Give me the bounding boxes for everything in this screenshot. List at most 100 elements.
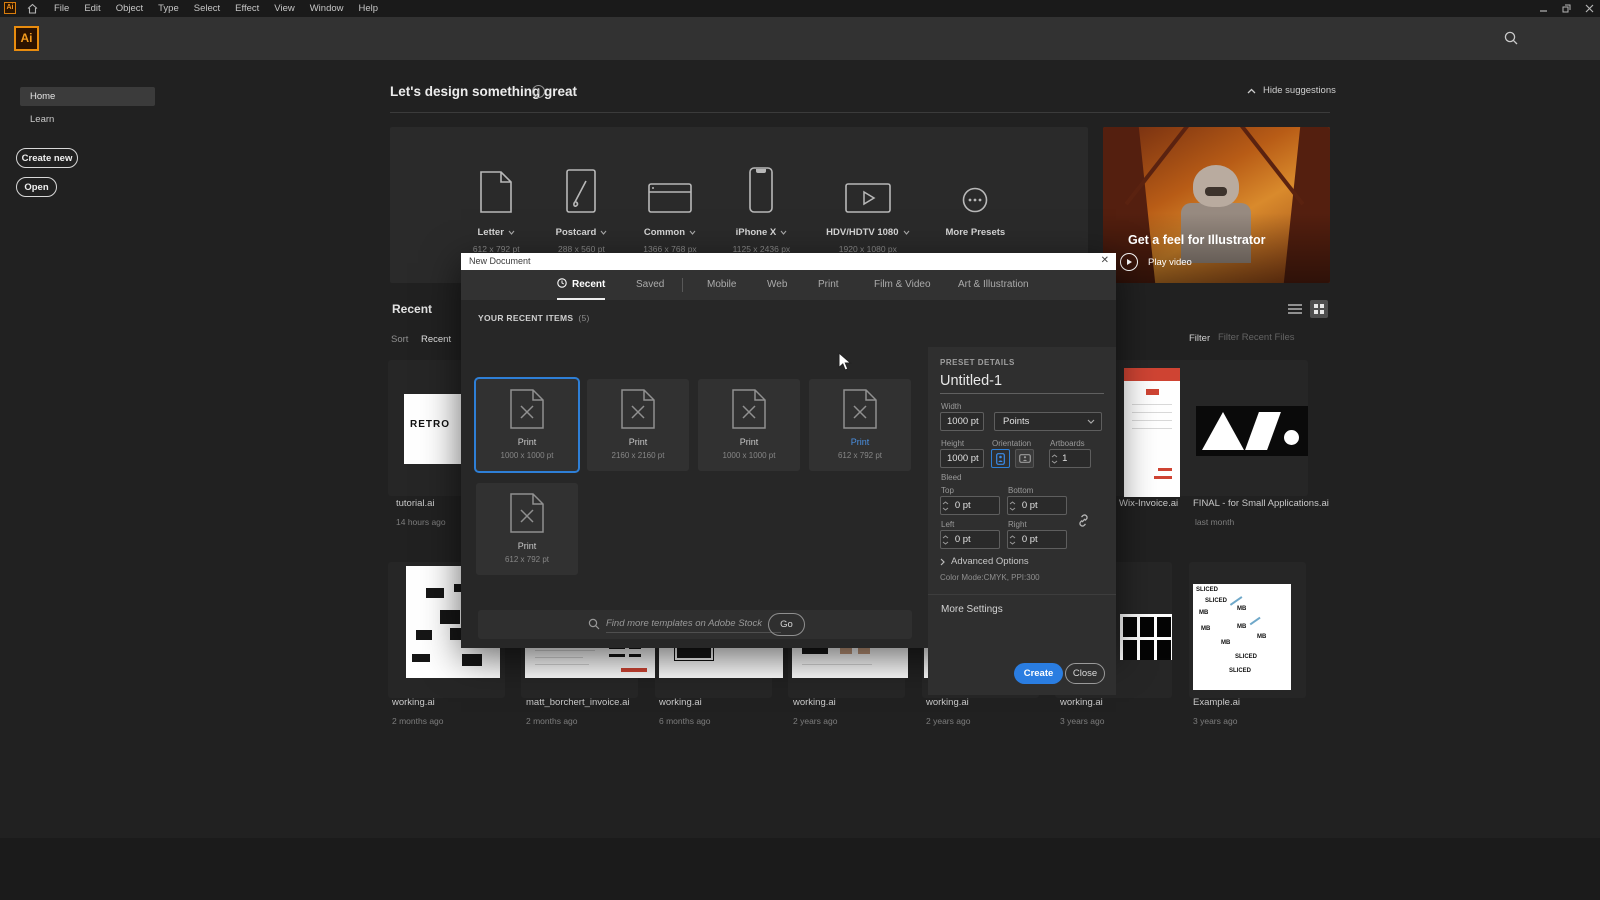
stock-search-input[interactable] [606, 615, 781, 633]
info-icon[interactable]: i [532, 85, 545, 98]
menu-object[interactable]: Object [116, 3, 143, 14]
width-field[interactable] [940, 412, 984, 431]
tab-web[interactable]: Web [767, 270, 787, 300]
grid-view-icon[interactable] [1310, 300, 1328, 318]
sidebar-learn-label: Learn [30, 114, 54, 125]
sidebar-item-learn[interactable]: Learn [20, 110, 155, 129]
height-field[interactable] [940, 449, 984, 468]
filter-input[interactable] [1218, 329, 1313, 345]
recent-doc-card-3[interactable]: Print 1000 x 1000 pt [698, 379, 800, 471]
artboards-input[interactable] [1059, 453, 1090, 464]
create-button[interactable]: Create [1014, 663, 1063, 684]
recent-doc-card-5[interactable]: Print 612 x 792 pt [476, 483, 578, 575]
close-window-button[interactable] [1585, 4, 1594, 13]
recent-doc-card-2[interactable]: Print 2160 x 2160 pt [587, 379, 689, 471]
bleed-right-input[interactable] [1018, 534, 1066, 545]
menu-edit[interactable]: Edit [84, 3, 100, 14]
preset-name: HDV/HDTV 1080 [826, 227, 898, 238]
promo-card[interactable]: Get a feel for Illustrator Play video [1103, 127, 1330, 283]
file-name[interactable]: Example.ai [1193, 697, 1240, 708]
list-view-icon[interactable] [1288, 303, 1302, 315]
file-name[interactable]: working.ai [392, 697, 435, 708]
file-name[interactable]: working.ai [926, 697, 969, 708]
menu-window[interactable]: Window [310, 3, 344, 14]
restore-button[interactable] [1562, 4, 1571, 13]
go-button[interactable]: Go [768, 613, 805, 636]
file-thumbnail[interactable] [1124, 368, 1180, 497]
tab-saved[interactable]: Saved [636, 270, 664, 300]
more-settings-link[interactable]: More Settings [941, 604, 1003, 615]
thumb-mark [1158, 468, 1172, 471]
file-name[interactable]: working.ai [659, 697, 702, 708]
close-button[interactable]: Close [1065, 663, 1105, 684]
browser-icon [643, 165, 696, 213]
create-new-button[interactable]: Create new [16, 148, 78, 168]
play-video-label[interactable]: Play video [1148, 257, 1192, 268]
window-controls [1539, 0, 1594, 17]
recent-doc-card-1[interactable]: Print 1000 x 1000 pt [476, 379, 578, 471]
dialog-close-icon[interactable]: ✕ [1101, 255, 1109, 266]
menu-type[interactable]: Type [158, 3, 179, 14]
file-name[interactable]: working.ai [793, 697, 836, 708]
open-button[interactable]: Open [16, 177, 57, 197]
home-icon[interactable] [27, 3, 38, 14]
menu-help[interactable]: Help [359, 3, 379, 14]
dialog-tabbar: Recent Saved Mobile Web Print Film & Vid… [461, 270, 1116, 300]
tab-film-video[interactable]: Film & Video [874, 270, 931, 300]
stepper-arrows[interactable] [941, 501, 951, 511]
tab-print[interactable]: Print [818, 270, 839, 300]
width-input[interactable] [941, 416, 983, 427]
doc-card-name: Print [587, 437, 689, 447]
menubar: File Edit Object Type Select Effect View… [54, 0, 393, 17]
file-thumbnail[interactable]: SLICED SLICED MB MB MB MB MB MB SLICED S… [1193, 584, 1291, 690]
bleed-top-field[interactable] [940, 496, 1000, 515]
file-name[interactable]: working.ai [1060, 697, 1103, 708]
sort-tab[interactable]: Sort [391, 334, 408, 345]
recent-tab[interactable]: Recent [421, 334, 451, 345]
height-input[interactable] [941, 453, 983, 464]
sidebar-item-home[interactable]: Home [20, 87, 155, 106]
bleed-top-input[interactable] [951, 500, 999, 511]
stepper-arrows[interactable] [1008, 501, 1018, 511]
bleed-left-field[interactable] [940, 530, 1000, 549]
file-name[interactable]: tutorial.ai [396, 498, 435, 509]
file-name[interactable]: FINAL - for Small Applications.ai [1193, 498, 1329, 509]
bleed-bottom-field[interactable] [1007, 496, 1067, 515]
link-bleed-icon[interactable] [1076, 513, 1091, 528]
bleed-right-field[interactable] [1007, 530, 1067, 549]
tab-recent[interactable]: Recent [557, 270, 605, 300]
stepper-arrows[interactable] [1008, 535, 1018, 545]
chevron-down-icon [1087, 419, 1095, 424]
doc-card-dims: 1000 x 1000 pt [698, 451, 800, 460]
file-name[interactable]: matt_borchert_invoice.ai [526, 697, 630, 708]
file-thumbnail[interactable] [1120, 614, 1172, 660]
stepper-arrows[interactable] [941, 535, 951, 545]
doc-card-dims: 2160 x 2160 pt [587, 451, 689, 460]
menu-effect[interactable]: Effect [235, 3, 259, 14]
menu-file[interactable]: File [54, 3, 69, 14]
recent-doc-card-4[interactable]: Print 612 x 792 pt [809, 379, 911, 471]
units-select[interactable]: Points [994, 412, 1102, 431]
orientation-portrait-button[interactable] [991, 449, 1010, 468]
bleed-left-input[interactable] [951, 534, 999, 545]
chevron-down-icon [780, 230, 787, 235]
file-thumbnail[interactable] [1196, 406, 1308, 456]
document-name-input[interactable] [940, 373, 1104, 394]
file-name[interactable]: Wix-Invoice.ai [1119, 498, 1178, 509]
tab-art-illustration[interactable]: Art & Illustration [958, 270, 1029, 300]
bleed-bottom-input[interactable] [1018, 500, 1066, 511]
play-icon[interactable] [1120, 253, 1138, 271]
tab-mobile[interactable]: Mobile [707, 270, 736, 300]
search-icon[interactable] [1503, 30, 1519, 46]
stepper-arrows[interactable] [1050, 454, 1059, 464]
menu-view[interactable]: View [274, 3, 294, 14]
menu-select[interactable]: Select [194, 3, 220, 14]
promo-text-shade [1103, 213, 1330, 283]
artboards-stepper[interactable] [1049, 449, 1091, 468]
hide-suggestions-button[interactable]: Hide suggestions [1247, 85, 1336, 96]
thumb-text: RETRO [410, 419, 450, 430]
advanced-options-toggle[interactable]: Advanced Options [940, 556, 1029, 567]
orientation-landscape-button[interactable] [1015, 449, 1034, 468]
sidebar-home-label: Home [30, 91, 55, 102]
minimize-button[interactable] [1539, 4, 1548, 13]
